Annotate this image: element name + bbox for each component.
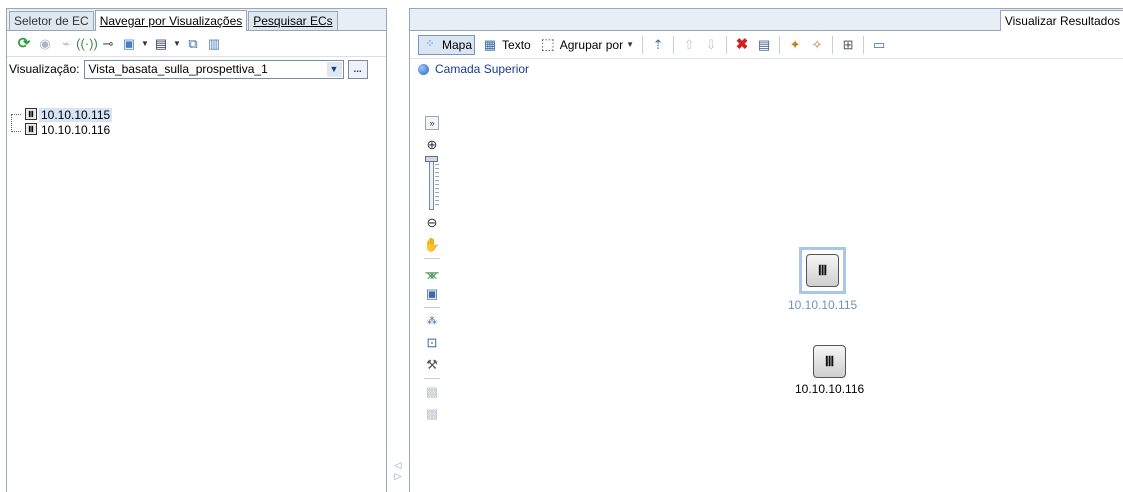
left-toolbar: ⟳ ◉ ⌁ ((·)) ⊸ ▣ ▼ ▤ ▼ ⧉ ▥ (7, 31, 386, 57)
toolbar-divider (673, 35, 675, 54)
tree-item-label: 10.10.10.115 (39, 107, 113, 122)
chevron-down-icon[interactable]: ▼ (173, 35, 181, 53)
refresh-icon[interactable]: ⟳ (15, 35, 33, 53)
right-tab-bar: Visualizar Resultados (410, 9, 1123, 31)
text-mode-label: Texto (502, 37, 531, 52)
tab-browse-views[interactable]: Navegar por Visualizações (94, 10, 248, 31)
toolbar-divider (424, 307, 440, 308)
zoom-slider-thumb[interactable] (425, 156, 438, 162)
left-tab-bar: Seletor de EC Navegar por Visualizações … (7, 9, 386, 31)
view-select-value: Vista_basata_sulla_prospettiva_1 (88, 62, 268, 76)
toolbar-divider (832, 35, 834, 54)
delete-icon[interactable]: ✖ (733, 36, 751, 54)
tools-icon[interactable]: ⚒ (423, 354, 441, 376)
map-toolbar: ⁘ Mapa ▦ Texto ⬚ Agrupar por ▼ ⇡ ⇧ ⇩ ✖ ▤… (410, 31, 1123, 59)
view-select[interactable]: Vista_basata_sulla_prospettiva_1 ▼ (83, 59, 344, 79)
disabled-a-icon[interactable]: ▩ (423, 381, 441, 403)
pan-icon[interactable]: ✋ (423, 234, 441, 256)
zoom-in-icon[interactable]: ⊕ (423, 134, 441, 156)
device-icon: Ⅲ (806, 254, 840, 287)
chevron-down-icon[interactable]: ▼ (326, 61, 342, 77)
disabled-b-icon[interactable]: ▩ (423, 403, 441, 425)
toolbar-divider (424, 258, 440, 259)
toolbar-divider (863, 35, 865, 54)
up-icon[interactable]: ⇡ (649, 36, 667, 54)
text-mode-button[interactable]: ▦ Texto (479, 35, 533, 55)
table-icon: ▦ (483, 37, 497, 52)
add-icon[interactable]: ✦ (786, 36, 804, 54)
ci-selector-panel: Seletor de EC Navegar por Visualizações … (6, 8, 387, 492)
tree-item[interactable]: Ⅲ 10.10.10.115 (15, 107, 113, 122)
selection-frame: Ⅲ (799, 247, 847, 294)
report-icon[interactable]: ▥ (205, 35, 223, 53)
group-by-label: Agrupar por (559, 37, 624, 52)
map-node[interactable]: Ⅲ 10.10.10.116 (795, 345, 864, 396)
chevron-down-icon: ▼ (626, 39, 635, 49)
fit-icon[interactable]: ▣ (423, 283, 441, 305)
zoom-out-icon[interactable]: ⊖ (423, 212, 441, 234)
toolbar-divider (779, 35, 781, 54)
panel-splitter[interactable]: ◁ ▷ (393, 460, 403, 492)
zoom-slider-ticks (435, 164, 439, 206)
zoom-slider[interactable] (423, 156, 441, 212)
collapse-right-icon[interactable]: ▷ (395, 471, 402, 482)
signal-icon[interactable]: ((·)) (76, 35, 98, 53)
export-icon[interactable]: ⧉ (184, 35, 202, 53)
zoom-slider-track (429, 160, 434, 210)
new-icon[interactable]: ▣ (120, 35, 138, 53)
breadcrumb[interactable]: Camada Superior (410, 59, 1123, 79)
group-icon: ⬚ (540, 36, 555, 53)
properties-icon[interactable]: ▤ (755, 36, 773, 54)
globe-icon (418, 63, 429, 75)
hide-icon[interactable]: ⌁ (57, 35, 75, 53)
tree-layout-icon[interactable]: ⁂ (423, 310, 441, 332)
device-icon: Ⅲ (813, 345, 847, 378)
map-icon: ⁘ (425, 38, 435, 50)
map-side-toolbar: » ⊕ ⊖ ✋ ᚘ ▣ ⁂ ⊡ ⚒ ▩ ▩ (422, 112, 442, 425)
orthogonal-icon[interactable]: ⊡ (423, 332, 441, 354)
tree-item-label: 10.10.10.116 (41, 122, 111, 137)
map-mode-label: Mapa (442, 37, 473, 52)
hierarchy-icon[interactable]: ᚘ (423, 261, 441, 283)
add-related-icon[interactable]: ✧ (808, 36, 826, 54)
group-by-button[interactable]: ⬚ Agrupar por ▼ (537, 35, 636, 55)
toolbar-divider (424, 378, 440, 379)
expand-icon[interactable]: » (425, 116, 439, 130)
toolbar-divider (642, 35, 644, 54)
tab-ci-selector[interactable]: Seletor de EC (9, 11, 94, 30)
chevron-down-icon[interactable]: ▼ (141, 35, 149, 53)
layout-icon[interactable]: ⊞ (839, 36, 857, 54)
device-icon: Ⅲ (25, 108, 37, 120)
map-node[interactable]: Ⅲ 10.10.10.115 (788, 247, 857, 312)
collapse-left-icon[interactable]: ◁ (395, 460, 402, 471)
results-panel: Visualizar Resultados ⁘ Mapa ▦ Texto ⬚ A… (409, 8, 1123, 492)
view-selector-row: Visualização: Vista_basata_sulla_prospet… (7, 57, 386, 81)
map-node-label: 10.10.10.115 (788, 298, 858, 312)
breadcrumb-label[interactable]: Camada Superior (435, 62, 529, 76)
window-icon[interactable]: ▭ (870, 36, 888, 54)
tree-connector (11, 114, 12, 132)
tab-view-results[interactable]: Visualizar Resultados (999, 10, 1123, 31)
device-icon: Ⅲ (25, 123, 37, 135)
view-label: Visualização: (9, 62, 80, 76)
down-disabled-icon[interactable]: ⇩ (702, 36, 720, 54)
tab-search-cis[interactable]: Pesquisar ECs (248, 11, 338, 30)
up-disabled-icon[interactable]: ⇧ (680, 36, 698, 54)
map-mode-button[interactable]: ⁘ Mapa (418, 34, 476, 55)
toolbar-divider (726, 35, 728, 54)
link-icon[interactable]: ⊸ (99, 35, 117, 53)
view-more-button[interactable]: ... (347, 59, 368, 79)
tree-item[interactable]: Ⅲ 10.10.10.116 (15, 122, 112, 137)
map-node-label: 10.10.10.116 (795, 382, 865, 396)
save-icon[interactable]: ▤ (152, 35, 170, 53)
show-icon[interactable]: ◉ (36, 35, 54, 53)
ci-tree: Ⅲ 10.10.10.115 Ⅲ 10.10.10.116 (15, 107, 113, 137)
